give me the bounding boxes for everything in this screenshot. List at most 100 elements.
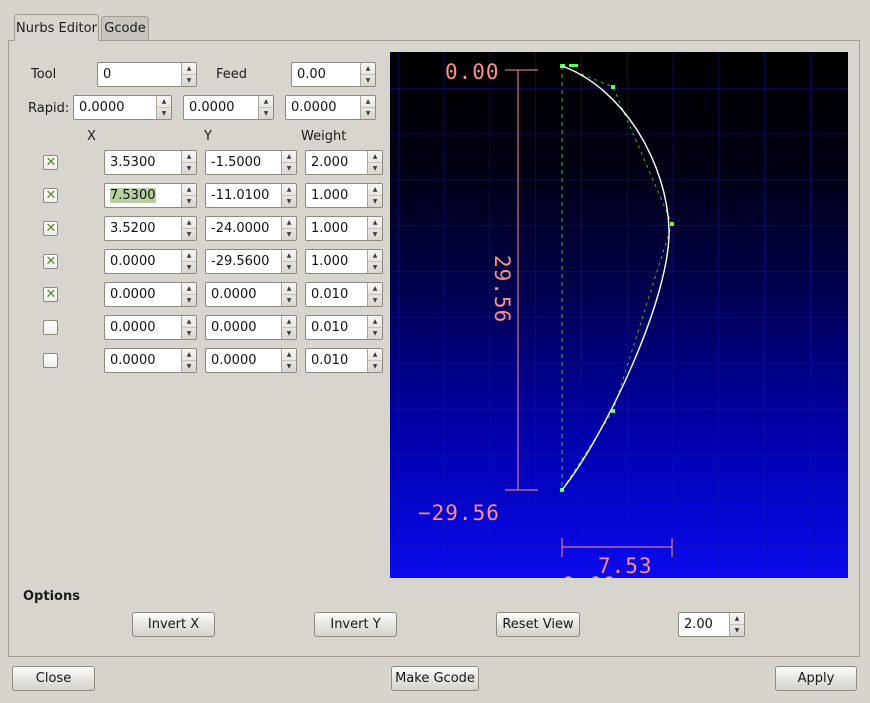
spin-up-icon[interactable] — [182, 250, 196, 262]
point-y-spin[interactable]: -11.0100 — [205, 183, 297, 208]
point-y-spin[interactable]: -1.5000 — [205, 150, 297, 175]
spin-down-icon[interactable] — [282, 328, 296, 339]
spin-down-icon[interactable] — [282, 163, 296, 174]
spin-down-icon[interactable] — [368, 163, 382, 174]
spin-up-icon[interactable] — [282, 316, 296, 328]
spin-down-icon[interactable] — [182, 196, 196, 207]
point-enabled-checkbox[interactable] — [43, 221, 58, 236]
invert-y-button[interactable]: Invert Y — [314, 612, 397, 637]
spin-down-icon[interactable] — [182, 361, 196, 372]
spin-up-icon[interactable] — [182, 316, 196, 328]
point-y-spin[interactable]: 0.0000 — [205, 348, 297, 373]
spin-down-icon[interactable] — [368, 229, 382, 240]
spin-down-icon[interactable] — [361, 75, 375, 86]
spin-up-icon[interactable] — [282, 217, 296, 229]
point-y-spin[interactable]: 0.0000 — [205, 282, 297, 307]
spin-up-icon[interactable] — [368, 250, 382, 262]
curve-preview[interactable]: 0.00 29.56 −29.56 7.53 0.00 — [390, 52, 848, 578]
point-enabled-checkbox[interactable] — [43, 320, 58, 335]
spin-down-icon[interactable] — [182, 163, 196, 174]
invert-x-button[interactable]: Invert X — [132, 612, 215, 637]
spin-up-icon[interactable] — [182, 63, 196, 75]
spin-down-icon[interactable] — [282, 361, 296, 372]
point-x-spin[interactable]: 0.0000 — [104, 282, 197, 307]
point-row-2: 7.5300 -11.0100 1.000 — [9, 183, 394, 208]
zoom-spin[interactable]: 2.00 — [678, 612, 745, 637]
point-weight-spin[interactable]: 1.000 — [305, 183, 383, 208]
spin-down-icon[interactable] — [282, 196, 296, 207]
spin-up-icon[interactable] — [368, 184, 382, 196]
point-y-spin[interactable]: -24.0000 — [205, 216, 297, 241]
point-x-spin[interactable]: 3.5200 — [104, 216, 197, 241]
spin-down-icon[interactable] — [361, 108, 375, 119]
spin-down-icon[interactable] — [368, 361, 382, 372]
spin-down-icon[interactable] — [182, 229, 196, 240]
point-x-spin[interactable]: 0.0000 — [104, 249, 197, 274]
spin-down-icon[interactable] — [730, 625, 744, 636]
spin-down-icon[interactable] — [157, 108, 171, 119]
spin-up-icon[interactable] — [182, 184, 196, 196]
spin-up-icon[interactable] — [282, 349, 296, 361]
rapid-y-spin[interactable]: 0.0000 — [183, 95, 274, 120]
point-enabled-checkbox[interactable] — [43, 188, 58, 203]
spin-down-icon[interactable] — [182, 295, 196, 306]
spin-up-icon[interactable] — [368, 316, 382, 328]
spin-down-icon[interactable] — [368, 196, 382, 207]
spin-up-icon[interactable] — [282, 151, 296, 163]
point-weight-spin[interactable]: 2.000 — [305, 150, 383, 175]
point-weight-spin[interactable]: 0.010 — [305, 282, 383, 307]
spin-up-icon[interactable] — [182, 151, 196, 163]
spin-up-icon[interactable] — [282, 184, 296, 196]
spin-down-icon[interactable] — [182, 328, 196, 339]
spin-down-icon[interactable] — [368, 262, 382, 273]
reset-view-button[interactable]: Reset View — [496, 612, 580, 637]
spin-up-icon[interactable] — [730, 613, 744, 625]
spin-up-icon[interactable] — [182, 283, 196, 295]
tab-gcode[interactable]: Gcode — [101, 16, 149, 40]
spin-up-icon[interactable] — [282, 250, 296, 262]
spin-down-icon[interactable] — [282, 295, 296, 306]
point-y-spin[interactable]: 0.0000 — [205, 315, 297, 340]
spin-up-icon[interactable] — [182, 217, 196, 229]
point-weight-spin[interactable]: 1.000 — [305, 249, 383, 274]
spin-down-icon[interactable] — [259, 108, 273, 119]
point-row-1: 3.5300 -1.5000 2.000 — [9, 150, 394, 175]
spin-up-icon[interactable] — [182, 349, 196, 361]
spin-up-icon[interactable] — [368, 217, 382, 229]
spin-down-icon[interactable] — [182, 262, 196, 273]
point-enabled-checkbox[interactable] — [43, 287, 58, 302]
spin-down-icon[interactable] — [368, 328, 382, 339]
point-enabled-checkbox[interactable] — [43, 254, 58, 269]
spin-up-icon[interactable] — [361, 96, 375, 108]
point-x-spin[interactable]: 0.0000 — [104, 348, 197, 373]
point-enabled-checkbox[interactable] — [43, 155, 58, 170]
rapid-x-spin[interactable]: 0.0000 — [73, 95, 172, 120]
rapid-z-spin[interactable]: 0.0000 — [285, 95, 376, 120]
spin-up-icon[interactable] — [259, 96, 273, 108]
close-button[interactable]: Close — [12, 666, 95, 691]
point-weight-spin[interactable]: 1.000 — [305, 216, 383, 241]
spin-up-icon[interactable] — [368, 151, 382, 163]
spin-down-icon[interactable] — [282, 262, 296, 273]
make-gcode-button[interactable]: Make Gcode — [391, 666, 479, 691]
tool-spin[interactable]: 0 — [97, 62, 197, 87]
point-weight-spin[interactable]: 0.010 — [305, 315, 383, 340]
spin-down-icon[interactable] — [282, 229, 296, 240]
point-y-spin[interactable]: -29.5600 — [205, 249, 297, 274]
tab-nurbs-editor[interactable]: Nurbs Editor — [14, 14, 99, 41]
tab-label: Gcode — [104, 21, 146, 36]
spin-up-icon[interactable] — [361, 63, 375, 75]
point-x-spin[interactable]: 3.5300 — [104, 150, 197, 175]
spin-up-icon[interactable] — [282, 283, 296, 295]
spin-up-icon[interactable] — [368, 349, 382, 361]
spin-up-icon[interactable] — [157, 96, 171, 108]
apply-button[interactable]: Apply — [775, 666, 857, 691]
point-weight-spin[interactable]: 0.010 — [305, 348, 383, 373]
point-x-spin[interactable]: 7.5300 — [104, 183, 197, 208]
point-enabled-checkbox[interactable] — [43, 353, 58, 368]
spin-down-icon[interactable] — [182, 75, 196, 86]
point-x-spin[interactable]: 0.0000 — [104, 315, 197, 340]
spin-up-icon[interactable] — [368, 283, 382, 295]
feed-spin[interactable]: 0.00 — [291, 62, 376, 87]
spin-down-icon[interactable] — [368, 295, 382, 306]
